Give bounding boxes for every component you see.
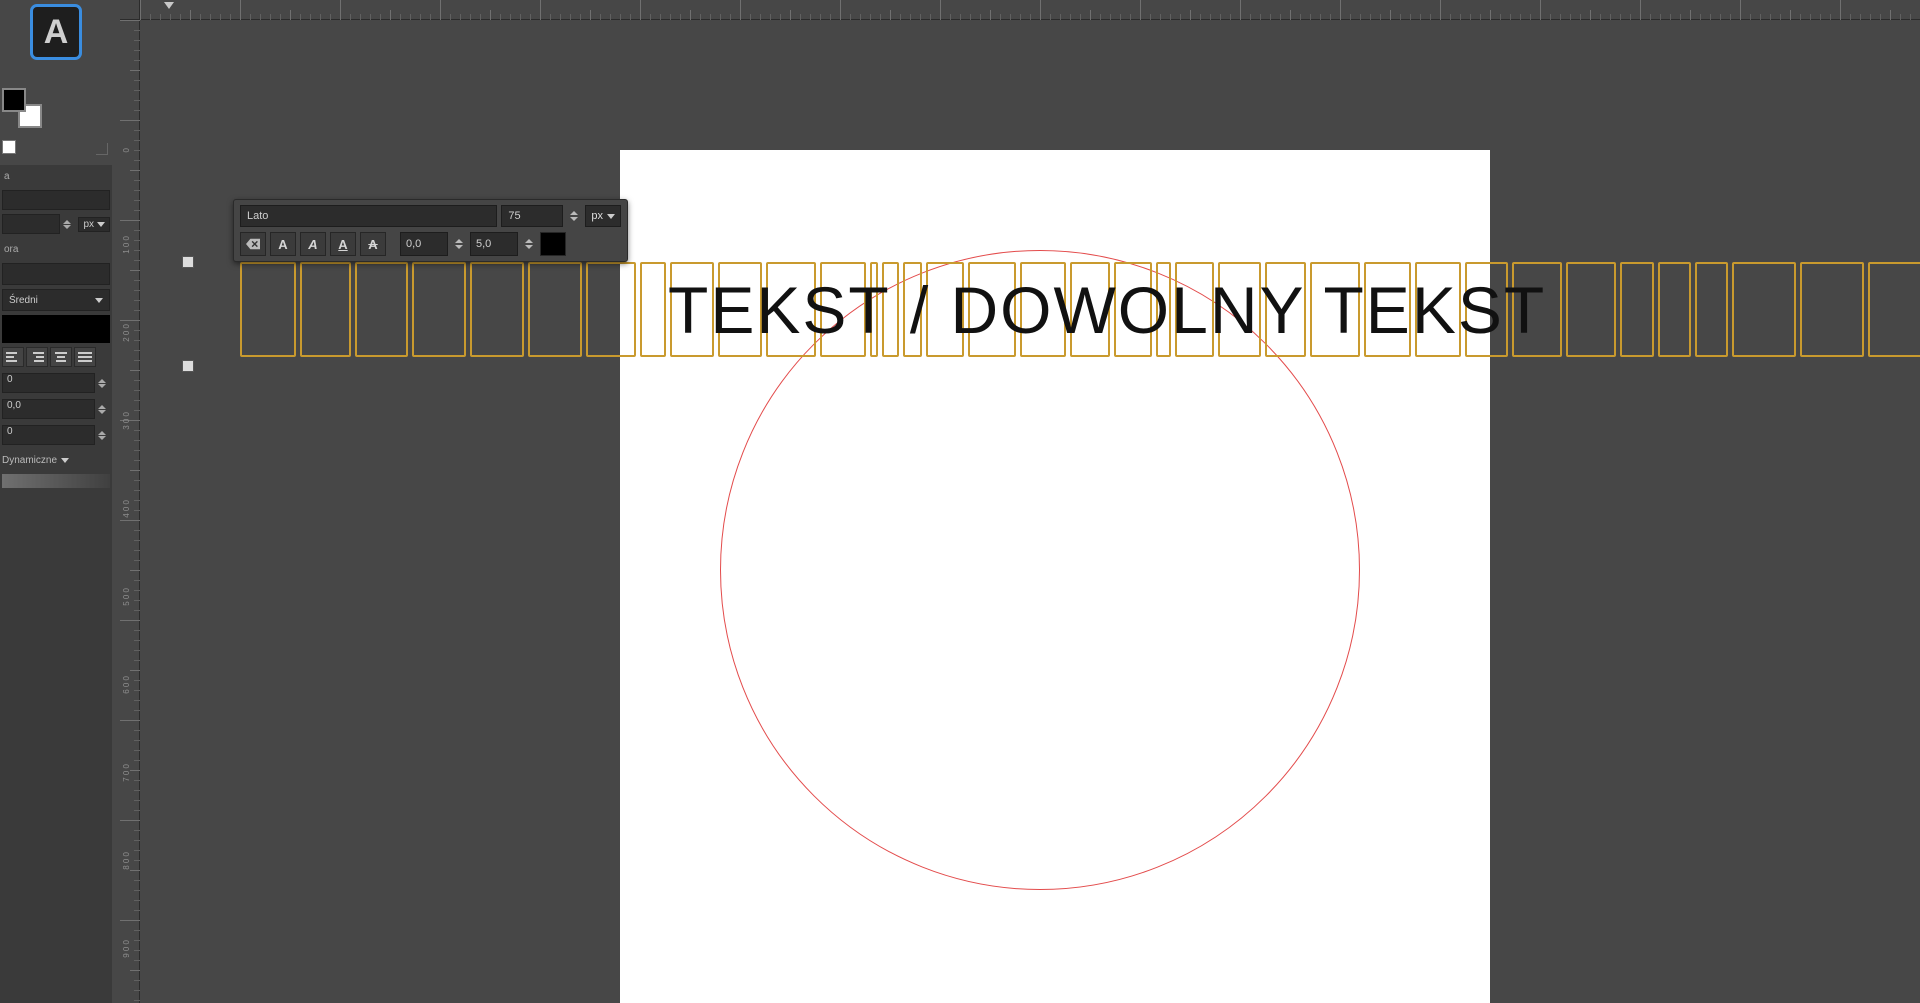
char-box[interactable] (1658, 262, 1691, 357)
chevron-down-icon (95, 298, 103, 303)
ruler-label: 2 0 0 (122, 324, 131, 342)
size-unit-dropdown[interactable]: px (78, 217, 110, 232)
char-box[interactable] (586, 262, 636, 357)
text-color-button[interactable] (540, 232, 566, 256)
justify-right-button[interactable] (26, 347, 48, 367)
text-box-handle-bl[interactable] (182, 360, 194, 372)
bold-button[interactable]: A (270, 232, 296, 256)
justify-fill-button[interactable] (74, 347, 96, 367)
color-swatches[interactable] (2, 88, 42, 128)
paths-tool-icon[interactable] (3, 4, 24, 26)
char-box[interactable] (1732, 262, 1796, 357)
vertical-ruler[interactable]: 0 1 0 0 2 0 0 3 0 0 4 0 0 5 0 0 6 0 0 7 0 0 8 0 … (120, 0, 140, 1003)
strikethrough-button[interactable]: A (360, 232, 386, 256)
char-box[interactable] (640, 262, 666, 357)
chevron-down-icon (61, 458, 69, 463)
kerning-input[interactable]: 5,0 (470, 232, 518, 256)
baseline-stepper[interactable] (452, 233, 466, 255)
chevron-down-icon (97, 222, 105, 227)
char-box[interactable] (1620, 262, 1654, 357)
ruler-label: 6 0 0 (122, 676, 131, 694)
text-color-swatch[interactable] (2, 315, 110, 343)
font-size-stepper[interactable] (567, 205, 581, 227)
option-section-label-2: ora (0, 238, 112, 261)
font-unit-label: px (591, 210, 603, 222)
toolbox: A (0, 0, 112, 165)
font-size-value: 75 (508, 210, 520, 222)
ruler-label: 7 0 0 (122, 764, 131, 782)
unit-label: px (83, 219, 94, 230)
char-box[interactable] (1800, 262, 1864, 357)
text-box-handle-tl[interactable] (182, 256, 194, 268)
canvas-viewport[interactable]: TEKST / DOWOLNY TEKST (140, 20, 1920, 1003)
text-tool-icon: A (44, 15, 69, 49)
indent-stepper[interactable] (98, 373, 110, 393)
kerning-value: 0,0 (406, 238, 421, 250)
char-box[interactable] (1695, 262, 1728, 357)
char-box[interactable] (528, 262, 582, 357)
ruler-label: 0 (122, 148, 131, 152)
measure-tool-icon[interactable] (88, 4, 109, 26)
font-family-input[interactable]: Lato (240, 205, 497, 227)
italic-button[interactable]: A (300, 232, 326, 256)
line-spacing-field[interactable]: 0,0 (2, 399, 95, 419)
box-mode-dropdown[interactable]: Dynamiczne (0, 449, 112, 472)
indent-field[interactable]: 0 (2, 373, 95, 393)
on-canvas-text-toolbar[interactable]: Lato 75 px A A A A 0,0 5,0 (233, 199, 628, 262)
char-box[interactable] (1868, 262, 1920, 357)
backspace-icon (246, 238, 260, 250)
ruler-origin[interactable] (120, 0, 140, 20)
active-color-indicator[interactable] (2, 140, 16, 154)
justify-left-button[interactable] (2, 347, 24, 367)
char-box[interactable] (1566, 262, 1616, 357)
ruler-pointer-icon (164, 2, 174, 9)
underline-button[interactable]: A (330, 232, 356, 256)
font-size-field[interactable] (2, 214, 60, 234)
char-box[interactable] (300, 262, 351, 357)
hinting-value: Średni (9, 295, 38, 306)
char-box[interactable] (412, 262, 466, 357)
box-mode-label: Dynamiczne (2, 455, 57, 466)
ruler-label: 9 0 0 (122, 940, 131, 958)
chevron-down-icon (607, 214, 615, 219)
justify-group (2, 347, 110, 367)
letter-spacing-stepper[interactable] (98, 425, 110, 445)
ruler-label: 3 0 0 (122, 412, 131, 430)
font-family-field[interactable] (2, 190, 110, 210)
hinting-dropdown[interactable]: Średni (2, 289, 110, 311)
char-box[interactable] (355, 262, 408, 357)
text-tool[interactable]: A (30, 4, 83, 60)
horizontal-ruler[interactable] (140, 0, 1920, 20)
char-box[interactable] (470, 262, 524, 357)
ruler-label: 4 0 0 (122, 500, 131, 518)
font-unit-dropdown[interactable]: px (585, 205, 621, 227)
foreground-color-swatch[interactable] (2, 88, 26, 112)
ruler-label: 5 0 0 (122, 588, 131, 606)
letter-spacing-field[interactable]: 0 (2, 425, 95, 445)
editor-field[interactable] (2, 263, 110, 285)
font-name-value: Lato (247, 210, 268, 222)
baseline-value: 5,0 (476, 238, 491, 250)
char-box[interactable] (240, 262, 296, 357)
panel-menu-icon[interactable] (96, 143, 108, 155)
line-spacing-stepper[interactable] (98, 399, 110, 419)
font-size-input[interactable]: 75 (501, 205, 563, 227)
kerning-stepper[interactable] (522, 233, 536, 255)
language-bar[interactable] (2, 474, 110, 488)
tool-options-panel: a px ora Średni 0 0,0 0 Dynamiczne (0, 165, 112, 1003)
text-content[interactable]: TEKST / DOWOLNY TEKST (668, 262, 1546, 357)
option-section-label: a (0, 165, 112, 188)
justify-center-button[interactable] (50, 347, 72, 367)
ruler-label: 1 0 0 (122, 236, 131, 254)
clear-style-button[interactable] (240, 232, 266, 256)
baseline-shift-input[interactable]: 0,0 (400, 232, 448, 256)
ruler-label: 8 0 0 (122, 852, 131, 870)
text-layer[interactable]: TEKST / DOWOLNY TEKST (190, 262, 1920, 357)
size-stepper[interactable] (63, 214, 75, 234)
